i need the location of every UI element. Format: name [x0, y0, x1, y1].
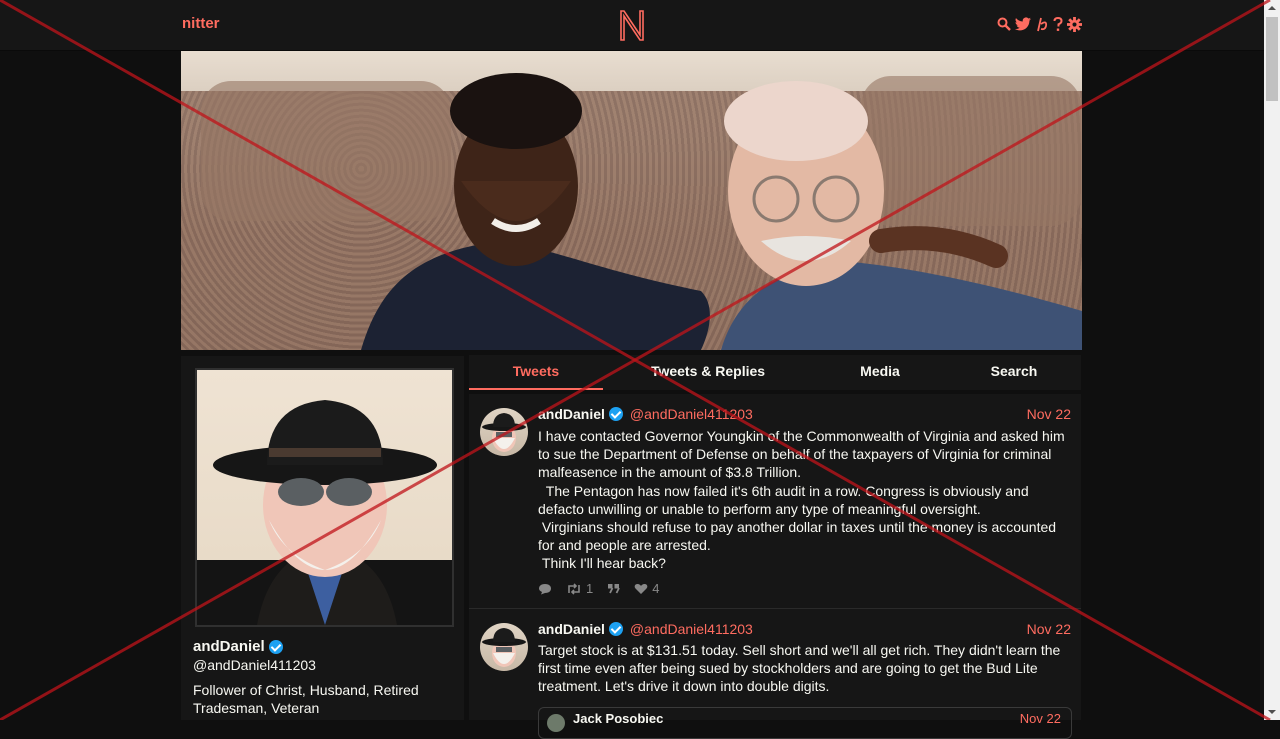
profile-fullname[interactable]: andDaniel — [193, 638, 283, 655]
page-scrollbar[interactable] — [1264, 0, 1280, 720]
gear-icon[interactable] — [1067, 16, 1082, 32]
tweet-date[interactable]: Nov 22 — [1027, 621, 1071, 637]
tweet-author[interactable]: andDaniel @andDaniel411203 — [538, 406, 753, 422]
quoted-tweet[interactable]: Jack Posobiec Nov 22 — [538, 707, 1072, 739]
tweet-avatar[interactable] — [480, 408, 528, 456]
tweet-avatar[interactable] — [480, 623, 528, 671]
tweet-item[interactable]: andDaniel @andDaniel411203 Nov 22 Target… — [469, 608, 1081, 739]
tweet-date[interactable]: Nov 22 — [1027, 406, 1071, 422]
tweet-fullname: andDaniel — [538, 406, 605, 422]
tweet-stats: 1 4 — [538, 581, 659, 596]
rss-icon[interactable] — [1035, 16, 1049, 32]
timeline: andDaniel @andDaniel411203 Nov 22 I have… — [469, 394, 1081, 739]
like-stat[interactable]: 4 — [634, 581, 659, 596]
quote-stat[interactable] — [607, 583, 621, 594]
tweet-handle[interactable]: @andDaniel411203 — [630, 406, 753, 422]
tab-tweets-replies[interactable]: Tweets & Replies — [625, 355, 791, 390]
comment-icon — [539, 583, 551, 594]
profile-banner[interactable] — [181, 51, 1082, 350]
help-icon[interactable] — [1053, 16, 1063, 32]
scroll-thumb[interactable] — [1266, 17, 1278, 101]
timeline-tabs: Tweets Tweets & Replies Media Search — [469, 355, 1081, 390]
heart-icon — [634, 583, 648, 594]
tab-tweets[interactable]: Tweets — [469, 355, 603, 390]
tweet-author[interactable]: andDaniel @andDaniel411203 — [538, 621, 753, 637]
retweet-stat[interactable]: 1 — [566, 581, 593, 596]
search-icon[interactable] — [997, 17, 1011, 31]
tab-search[interactable]: Search — [959, 355, 1069, 390]
quoted-tweet-author: Jack Posobiec — [573, 711, 664, 726]
tweet-avatar-photo — [482, 413, 526, 452]
nitter-logo-icon[interactable] — [618, 8, 646, 42]
profile-avatar[interactable] — [195, 368, 454, 627]
profile-bio: Follower of Christ, Husband, Retired Tra… — [193, 682, 419, 716]
tweet-item[interactable]: andDaniel @andDaniel411203 Nov 22 I have… — [469, 394, 1081, 609]
profile-avatar-photo — [197, 400, 452, 625]
tweet-content: I have contacted Governor Youngkin of th… — [538, 428, 1065, 572]
tab-media[interactable]: Media — [825, 355, 935, 390]
nav-icons — [997, 16, 1082, 32]
profile-username[interactable]: @andDaniel411203 — [193, 657, 316, 673]
reply-stat[interactable] — [538, 583, 552, 595]
tweet-avatar-photo — [482, 628, 526, 667]
retweet-icon — [568, 582, 580, 595]
scroll-down-arrow-icon[interactable] — [1264, 704, 1280, 720]
retweet-count: 1 — [586, 581, 594, 596]
verified-icon — [608, 407, 623, 421]
navbar: nitter — [0, 0, 1264, 51]
tweet-content: Target stock is at $131.51 today. Sell s… — [538, 642, 1065, 695]
twitter-icon[interactable] — [1015, 17, 1031, 31]
verified-icon — [608, 622, 623, 636]
quoted-tweet-avatar — [547, 714, 565, 732]
verified-icon — [268, 639, 283, 654]
scroll-up-arrow-icon[interactable] — [1264, 0, 1280, 16]
tweet-handle[interactable]: @andDaniel411203 — [630, 621, 753, 637]
like-count: 4 — [652, 581, 660, 596]
profile-fullname-text: andDaniel — [193, 638, 265, 655]
banner-photo-people — [361, 73, 1082, 350]
brand-link[interactable]: nitter — [182, 15, 220, 32]
quoted-tweet-date: Nov 22 — [1019, 711, 1061, 726]
tweet-fullname: andDaniel — [538, 621, 605, 637]
quote-icon — [608, 584, 621, 594]
